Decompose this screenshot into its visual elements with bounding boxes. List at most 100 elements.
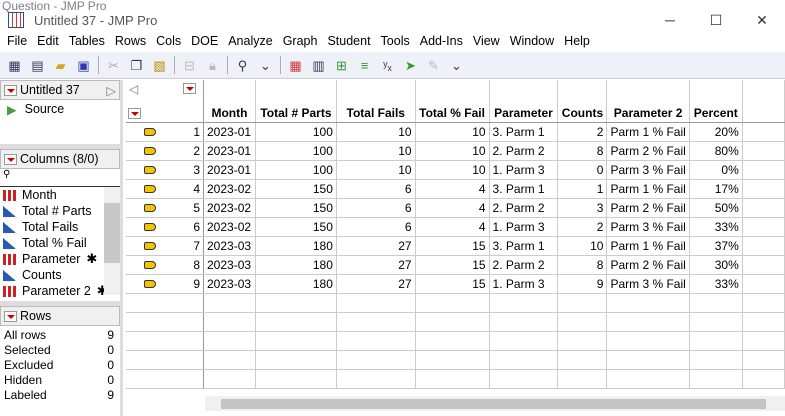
table-cell[interactable]: 2023-02	[203, 217, 256, 237]
table-cell[interactable]: 2023-03	[203, 274, 256, 294]
table-cell[interactable]: 9	[557, 274, 608, 294]
column-item[interactable]: Total Fails	[0, 219, 120, 235]
table-cell[interactable]: 27	[336, 236, 416, 256]
red-triangle-menu-icon[interactable]	[128, 107, 141, 119]
table-cell[interactable]: 6	[336, 198, 416, 218]
rows-panel-header[interactable]: Rows	[0, 306, 120, 326]
table-cell[interactable]: 3. Parm 1	[489, 236, 559, 256]
table-cell[interactable]: 2023-03	[203, 236, 256, 256]
table-cell[interactable]: 2023-02	[203, 198, 256, 218]
table-cell[interactable]: 0	[557, 160, 608, 180]
save-icon[interactable]: ▣	[75, 57, 92, 74]
table-cell[interactable]: 2. Parm 2	[489, 198, 559, 218]
table-cell[interactable]: 37%	[689, 236, 743, 256]
column-header[interactable]: Parameter	[489, 80, 559, 123]
menu-addins[interactable]: Add-Ins	[415, 34, 468, 52]
source-script[interactable]: ▶ Source	[0, 100, 120, 118]
table-row[interactable]: 9 2023-03 180 27 15 1. Parm 3 9 Parm 3 % Fail 33…	[126, 274, 785, 294]
table-cell[interactable]: 10	[415, 122, 490, 142]
table-cell[interactable]: 30%	[689, 255, 743, 275]
toolbar-overflow-icon[interactable]: ⌄	[448, 57, 465, 74]
table-cell[interactable]: 50%	[689, 198, 743, 218]
fit-y-by-x-icon[interactable]: ʸₓ	[379, 57, 396, 74]
columns-scrollbar[interactable]	[104, 187, 120, 295]
table-cell[interactable]: 150	[255, 198, 337, 218]
menu-view[interactable]: View	[468, 34, 505, 52]
table-cell[interactable]: 1	[557, 179, 608, 199]
table-cell[interactable]: 3. Parm 1	[489, 122, 559, 142]
column-item[interactable]: Counts	[0, 267, 120, 283]
graph-builder-icon[interactable]: ⊞	[333, 57, 350, 74]
table-cell[interactable]: 2023-03	[203, 255, 256, 275]
table-row[interactable]: 4 2023-02 150 6 4 3. Parm 1 1 Parm 1 % Fail 17%	[126, 179, 785, 199]
table-cell[interactable]: 100	[255, 160, 337, 180]
table-cell[interactable]: 150	[255, 217, 337, 237]
column-item[interactable]: Month	[0, 187, 120, 203]
menu-rows[interactable]: Rows	[110, 34, 151, 52]
table-cell[interactable]: 2023-01	[203, 141, 256, 161]
column-header[interactable]: Month	[203, 80, 256, 123]
table-cell[interactable]: 1. Parm 3	[489, 217, 559, 237]
column-item[interactable]: Parameter ✱	[0, 251, 120, 267]
data-table-icon[interactable]: ▦	[287, 57, 304, 74]
menu-analyze[interactable]: Analyze	[223, 34, 277, 52]
table-cell[interactable]: 4	[415, 179, 490, 199]
red-triangle-menu-icon[interactable]	[4, 84, 17, 96]
column-header[interactable]: Percent	[689, 80, 743, 123]
row-number[interactable]: 8	[126, 255, 204, 275]
red-triangle-menu-icon[interactable]	[183, 83, 196, 94]
table-cell[interactable]: 27	[336, 274, 416, 294]
table-cell[interactable]: 33%	[689, 217, 743, 237]
cut-icon[interactable]: ✂	[105, 57, 122, 74]
row-number[interactable]: 2	[126, 141, 204, 161]
table-cell[interactable]: 4	[415, 198, 490, 218]
minimize-button[interactable]: ─	[647, 6, 693, 34]
table-cell[interactable]: 180	[255, 236, 337, 256]
table-cell[interactable]: Parm 1 % Fail	[606, 236, 690, 256]
table-cell[interactable]: 4	[415, 217, 490, 237]
menu-doe[interactable]: DOE	[186, 34, 223, 52]
table-cell[interactable]: 2	[557, 217, 608, 237]
table-cell[interactable]: Parm 1 % Fail	[606, 122, 690, 142]
collapse-arrow-icon[interactable]: ▷	[106, 83, 116, 98]
row-number[interactable]: 6	[126, 217, 204, 237]
tabulate-icon[interactable]: ▥	[310, 57, 327, 74]
table-row[interactable]: 6 2023-02 150 6 4 1. Parm 3 2 Parm 3 % Fail 33%	[126, 217, 785, 237]
collapse-arrow-icon[interactable]: ◁	[129, 82, 138, 96]
table-row[interactable]: 7 2023-03 180 27 15 3. Parm 1 10 Parm 1 % Fail 3…	[126, 236, 785, 256]
table-row[interactable]: 2 2023-01 100 10 10 2. Parm 2 8 Parm 2 % Fail 80…	[126, 141, 785, 161]
table-cell[interactable]: 150	[255, 179, 337, 199]
table-cell[interactable]: 8	[557, 255, 608, 275]
column-search-input[interactable]: ⚲	[0, 169, 120, 187]
column-header[interactable]: Parameter 2	[606, 80, 690, 123]
open-folder-icon[interactable]: ▰	[52, 57, 69, 74]
table-cell[interactable]: Parm 3 % Fail	[606, 274, 690, 294]
edit-icon[interactable]: ✎	[425, 57, 442, 74]
fit-model-icon[interactable]: ➤	[402, 57, 419, 74]
column-item[interactable]: Parameter 2 ✱	[0, 283, 120, 299]
search-icon[interactable]: ⚲	[234, 57, 251, 74]
table-cell[interactable]: 2023-02	[203, 179, 256, 199]
row-number[interactable]: 7	[126, 236, 204, 256]
table-cell[interactable]: Parm 3 % Fail	[606, 160, 690, 180]
table-row[interactable]: 5 2023-02 150 6 4 2. Parm 2 3 Parm 2 % Fail 50%	[126, 198, 785, 218]
table-row[interactable]: 3 2023-01 100 10 10 1. Parm 3 0 Parm 3 % Fail 0%	[126, 160, 785, 180]
menu-edit[interactable]: Edit	[32, 34, 64, 52]
menu-cols[interactable]: Cols	[151, 34, 186, 52]
table-cell[interactable]: 2023-01	[203, 160, 256, 180]
table-cell[interactable]: 2. Parm 2	[489, 141, 559, 161]
table-cell[interactable]: 180	[255, 274, 337, 294]
table-cell[interactable]: Parm 2 % Fail	[606, 255, 690, 275]
new-script-icon[interactable]: ▤	[29, 57, 46, 74]
menu-tools[interactable]: Tools	[376, 34, 415, 52]
column-header[interactable]: Counts	[557, 80, 608, 123]
menu-file[interactable]: File	[2, 34, 32, 52]
row-number[interactable]: 9	[126, 274, 204, 294]
table-cell[interactable]: 10	[415, 141, 490, 161]
menu-window[interactable]: Window	[505, 34, 559, 52]
table-cell[interactable]: 1. Parm 3	[489, 160, 559, 180]
table-cell[interactable]: 27	[336, 255, 416, 275]
table-cell[interactable]: Parm 1 % Fail	[606, 179, 690, 199]
table-cell[interactable]: 180	[255, 255, 337, 275]
column-header[interactable]: Total # Parts	[255, 80, 337, 123]
